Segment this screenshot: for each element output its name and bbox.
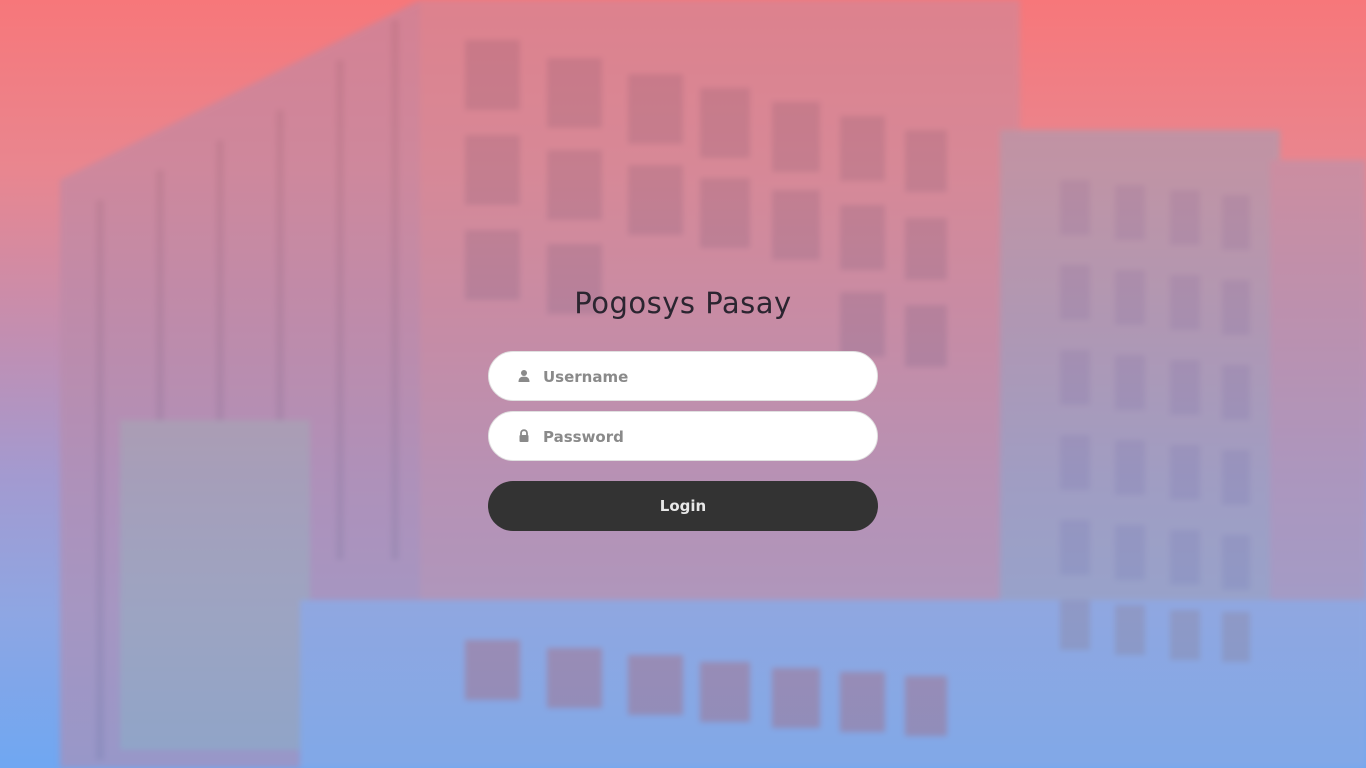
page-title: Pogosys Pasay: [574, 286, 792, 320]
username-input[interactable]: [541, 352, 865, 402]
username-field-container: [488, 351, 878, 402]
password-field-container: [488, 411, 878, 462]
user-icon: [518, 370, 530, 382]
password-input[interactable]: [541, 412, 865, 462]
login-panel: Pogosys Pasay Login: [488, 280, 878, 531]
login-button[interactable]: Login: [488, 481, 878, 531]
lock-icon: [519, 429, 529, 442]
